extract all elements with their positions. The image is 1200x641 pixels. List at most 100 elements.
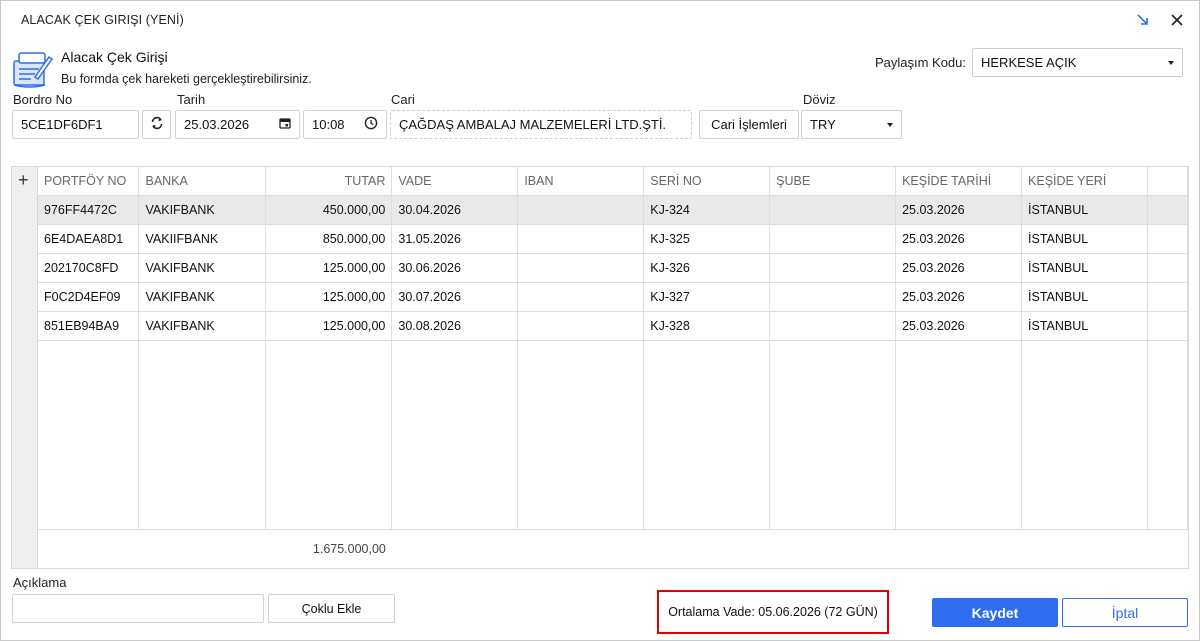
chevron-down-icon [887, 122, 893, 127]
column-header-tutar[interactable]: TUTAR [265, 167, 393, 196]
table-row[interactable]: 6E4DAEA8D1 VAKIIFBANK 850.000,00 31.05.2… [38, 224, 1189, 254]
column-header-sube[interactable]: ŞUBE [769, 167, 897, 196]
saat-input[interactable]: 10:08 [303, 110, 387, 139]
aciklama-input[interactable] [12, 594, 264, 623]
expand-arrow-icon[interactable] [1133, 10, 1153, 30]
cancel-button[interactable]: İptal [1062, 598, 1188, 627]
form-subtitle: Bu formda çek hareketi gerçekleştirebili… [61, 72, 312, 86]
refresh-icon [150, 116, 164, 133]
cell-keside-yeri[interactable]: İSTANBUL [1021, 311, 1148, 341]
cell-iban[interactable] [517, 282, 645, 312]
cell-sube[interactable] [769, 253, 897, 283]
empty-cell [38, 340, 140, 530]
cell-extra [1147, 311, 1189, 341]
cell-sube[interactable] [769, 195, 897, 225]
cell-vade[interactable]: 30.08.2026 [391, 311, 519, 341]
cell-keside-tarihi[interactable]: 25.03.2026 [895, 195, 1023, 225]
cell-keside-yeri[interactable]: İSTANBUL [1021, 282, 1148, 312]
column-header-seri-no[interactable]: SERİ NO [643, 167, 771, 196]
cell-seri-no[interactable]: KJ-326 [643, 253, 771, 283]
cell-banka[interactable]: VAKIFBANK [138, 253, 267, 283]
cell-portfoy-no[interactable]: 202170C8FD [38, 253, 140, 283]
cell-keside-tarihi[interactable]: 25.03.2026 [895, 253, 1023, 283]
check-table: PORTFÖY NO BANKA TUTAR VADE IBAN SERİ NO… [38, 167, 1189, 569]
cell-sube[interactable] [769, 224, 897, 254]
cell-tutar[interactable]: 450.000,00 [265, 195, 393, 225]
doviz-label: Döviz [803, 92, 836, 107]
plus-icon[interactable]: + [18, 171, 29, 189]
cell-vade[interactable]: 30.04.2026 [391, 195, 519, 225]
calendar-icon[interactable] [279, 117, 291, 132]
cari-label: Cari [391, 92, 415, 107]
column-header-iban[interactable]: IBAN [517, 167, 645, 196]
cell-seri-no[interactable]: KJ-325 [643, 224, 771, 254]
cell-banka[interactable]: VAKIFBANK [138, 282, 267, 312]
cell-extra [1147, 195, 1189, 225]
cell-banka[interactable]: VAKIFBANK [138, 311, 267, 341]
cell-keside-yeri[interactable]: İSTANBUL [1021, 195, 1148, 225]
empty-cell [518, 529, 644, 569]
column-header-extra [1147, 167, 1189, 196]
cell-banka[interactable]: VAKIIFBANK [138, 224, 267, 254]
cari-input[interactable]: ÇAĞDAŞ AMBALAJ MALZEMELERİ LTD.ŞTİ. [390, 110, 692, 139]
table-row[interactable]: 851EB94BA9 VAKIFBANK 125.000,00 30.08.20… [38, 311, 1189, 341]
total-row: 1.675.000,00 [38, 529, 1188, 569]
column-header-keside-tarihi[interactable]: KEŞİDE TARİHİ [895, 167, 1023, 196]
form-header: Alacak Çek Girişi Bu formda çek hareketi… [11, 47, 312, 91]
cell-tutar[interactable]: 850.000,00 [265, 224, 393, 254]
empty-cell [38, 529, 139, 569]
close-icon[interactable] [1167, 10, 1187, 30]
tutar-total: 1.675.000,00 [312, 542, 386, 557]
cell-keside-tarihi[interactable]: 25.03.2026 [895, 311, 1023, 341]
cell-vade[interactable]: 30.06.2026 [391, 253, 519, 283]
cell-vade[interactable]: 31.05.2026 [391, 224, 519, 254]
clock-icon[interactable] [364, 116, 378, 133]
refresh-button[interactable] [142, 110, 171, 139]
cell-iban[interactable] [517, 195, 645, 225]
cell-keside-tarihi[interactable]: 25.03.2026 [895, 282, 1023, 312]
cell-portfoy-no[interactable]: F0C2D4EF09 [38, 282, 140, 312]
empty-cell [896, 529, 1022, 569]
cell-tutar[interactable]: 125.000,00 [265, 282, 393, 312]
cell-portfoy-no[interactable]: 851EB94BA9 [38, 311, 140, 341]
cell-sube[interactable] [769, 282, 897, 312]
empty-cell [265, 340, 393, 530]
cell-portfoy-no[interactable]: 976FF4472C [38, 195, 140, 225]
bordro-input[interactable]: 5CE1DF6DF1 [12, 110, 139, 139]
cell-vade[interactable]: 30.07.2026 [391, 282, 519, 312]
coklu-ekle-button[interactable]: Çoklu Ekle [268, 594, 395, 623]
cell-tutar[interactable]: 125.000,00 [265, 253, 393, 283]
bordro-value: 5CE1DF6DF1 [21, 117, 103, 132]
cell-tutar[interactable]: 125.000,00 [265, 311, 393, 341]
cell-sube[interactable] [769, 311, 897, 341]
tarih-input[interactable]: 25.03.2026 [175, 110, 300, 139]
column-header-keside-yeri[interactable]: KEŞİDE YERİ [1021, 167, 1148, 196]
cell-seri-no[interactable]: KJ-327 [643, 282, 771, 312]
cell-portfoy-no[interactable]: 6E4DAEA8D1 [38, 224, 140, 254]
cell-iban[interactable] [517, 311, 645, 341]
column-header-banka[interactable]: BANKA [138, 167, 267, 196]
empty-cell [1147, 340, 1189, 530]
cari-islemleri-button[interactable]: Cari İşlemleri [699, 110, 799, 139]
cell-seri-no[interactable]: KJ-324 [643, 195, 771, 225]
cell-seri-no[interactable]: KJ-328 [643, 311, 771, 341]
table-row[interactable]: F0C2D4EF09 VAKIFBANK 125.000,00 30.07.20… [38, 282, 1189, 312]
cell-keside-tarihi[interactable]: 25.03.2026 [895, 224, 1023, 254]
empty-cell [1022, 529, 1148, 569]
cell-iban[interactable] [517, 253, 645, 283]
cell-iban[interactable] [517, 224, 645, 254]
empty-cell [517, 340, 645, 530]
doviz-select[interactable]: TRY [801, 110, 902, 139]
table-header-row: PORTFÖY NO BANKA TUTAR VADE IBAN SERİ NO… [38, 167, 1189, 196]
table-row[interactable]: 976FF4472C VAKIFBANK 450.000,00 30.04.20… [38, 195, 1189, 225]
saat-value: 10:08 [312, 117, 345, 132]
column-header-portfoy-no[interactable]: PORTFÖY NO [38, 167, 140, 196]
column-header-vade[interactable]: VADE [391, 167, 519, 196]
share-code-select[interactable]: HERKESE AÇIK [972, 48, 1183, 77]
cell-keside-yeri[interactable]: İSTANBUL [1021, 224, 1148, 254]
empty-cell [895, 340, 1023, 530]
table-row[interactable]: 202170C8FD VAKIFBANK 125.000,00 30.06.20… [38, 253, 1189, 283]
cell-keside-yeri[interactable]: İSTANBUL [1021, 253, 1148, 283]
cell-banka[interactable]: VAKIFBANK [138, 195, 267, 225]
save-button[interactable]: Kaydet [932, 598, 1058, 627]
